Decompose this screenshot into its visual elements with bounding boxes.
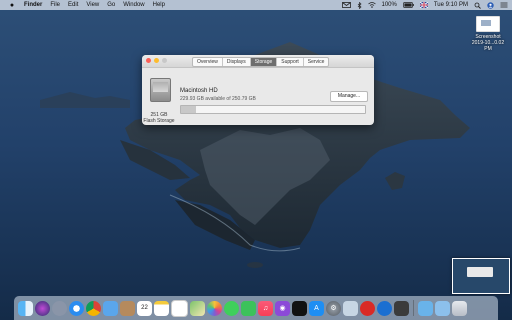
- zoom-button[interactable]: [162, 58, 167, 63]
- notes-icon[interactable]: [154, 300, 169, 316]
- flag-icon[interactable]: [419, 2, 428, 8]
- preview-icon[interactable]: [343, 300, 358, 316]
- battery-icon[interactable]: [403, 2, 414, 8]
- storage-usage-fill: [181, 106, 197, 113]
- volume-name: Macintosh HD: [180, 88, 218, 94]
- siri-icon[interactable]: [35, 300, 50, 316]
- tv-icon[interactable]: [292, 300, 307, 316]
- menu-file[interactable]: File: [50, 2, 60, 8]
- clock[interactable]: Tue 9:10 PM: [434, 2, 468, 8]
- volume-available: 229.93 GB available of 250.79 GB: [180, 96, 256, 102]
- mail-status-icon[interactable]: [341, 2, 351, 8]
- menu-view[interactable]: View: [86, 2, 99, 8]
- notification-center-icon[interactable]: [500, 2, 508, 8]
- folder-icon[interactable]: [418, 300, 433, 316]
- apple-menu-icon[interactable]: ●: [8, 2, 16, 9]
- menu-help[interactable]: Help: [153, 2, 165, 8]
- dock: 22 ♫ ◉ A ⚙: [14, 296, 498, 320]
- messages-icon[interactable]: [224, 300, 239, 316]
- close-button[interactable]: [146, 58, 151, 63]
- menu-app-name[interactable]: Finder: [24, 2, 42, 8]
- menu-bar: ● Finder File Edit View Go Window Help 1…: [0, 0, 512, 10]
- trash-icon[interactable]: [452, 300, 467, 316]
- downloads-icon[interactable]: [435, 300, 450, 316]
- safari-icon[interactable]: [69, 300, 84, 316]
- menu-go[interactable]: Go: [107, 2, 115, 8]
- system-preferences-icon[interactable]: ⚙: [326, 300, 341, 316]
- mail-icon[interactable]: [103, 300, 118, 316]
- screenshot-label-line2: 2019-10...0.02 PM: [471, 40, 505, 52]
- reminders-icon[interactable]: [171, 299, 188, 317]
- bluetooth-icon[interactable]: [357, 1, 362, 9]
- tab-storage[interactable]: Storage: [250, 58, 278, 66]
- tab-bar: Overview Displays Storage Support Servic…: [192, 57, 330, 67]
- window-titlebar[interactable]: Overview Displays Storage Support Servic…: [142, 55, 374, 68]
- finder-icon[interactable]: [18, 300, 33, 316]
- app-store-icon[interactable]: A: [309, 300, 324, 316]
- preview-window-shape: [467, 267, 493, 277]
- tab-displays[interactable]: Displays: [223, 58, 251, 66]
- music-icon[interactable]: ♫: [258, 300, 273, 316]
- disk-caption: 251 GB Flash Storage: [142, 112, 176, 124]
- disk-type: Flash Storage: [143, 118, 175, 124]
- photos-icon[interactable]: [207, 300, 222, 316]
- battery-percent: 100%: [381, 2, 397, 8]
- maps-icon[interactable]: [190, 300, 205, 316]
- manage-button[interactable]: Manage...: [330, 91, 368, 102]
- calendar-icon[interactable]: 22: [137, 300, 152, 316]
- tab-overview[interactable]: Overview: [193, 58, 223, 66]
- menu-edit[interactable]: Edit: [68, 2, 78, 8]
- screen-recorder-icon[interactable]: [377, 300, 392, 316]
- storage-usage-bar: [180, 105, 366, 114]
- menu-window[interactable]: Window: [123, 2, 144, 8]
- screenshot-preview-thumbnail[interactable]: [452, 258, 510, 294]
- wifi-icon[interactable]: [367, 2, 376, 8]
- spotlight-icon[interactable]: [474, 2, 481, 9]
- podcasts-icon[interactable]: ◉: [275, 300, 290, 316]
- chrome-icon[interactable]: [86, 300, 101, 316]
- user-icon[interactable]: [487, 1, 494, 9]
- contacts-icon[interactable]: [120, 300, 135, 316]
- acrobat-icon[interactable]: [360, 300, 375, 316]
- minimize-button[interactable]: [154, 58, 159, 63]
- screenshot-thumbnail-icon: [476, 16, 500, 32]
- storage-panel: 251 GB Flash Storage Macintosh HD 229.93…: [142, 68, 374, 125]
- desktop-wallpaper: [0, 0, 512, 320]
- dock-separator: [413, 300, 414, 316]
- about-this-mac-window: Overview Displays Storage Support Servic…: [142, 55, 374, 125]
- launchpad-icon[interactable]: [52, 300, 67, 316]
- hard-drive-icon: [150, 78, 171, 102]
- tab-support[interactable]: Support: [277, 58, 304, 66]
- tab-service[interactable]: Service: [304, 58, 329, 66]
- desktop-screenshot-file[interactable]: Screenshot 2019-10...0.02 PM: [470, 14, 506, 52]
- facetime-icon[interactable]: [241, 300, 256, 316]
- photo-booth-icon[interactable]: [394, 300, 409, 316]
